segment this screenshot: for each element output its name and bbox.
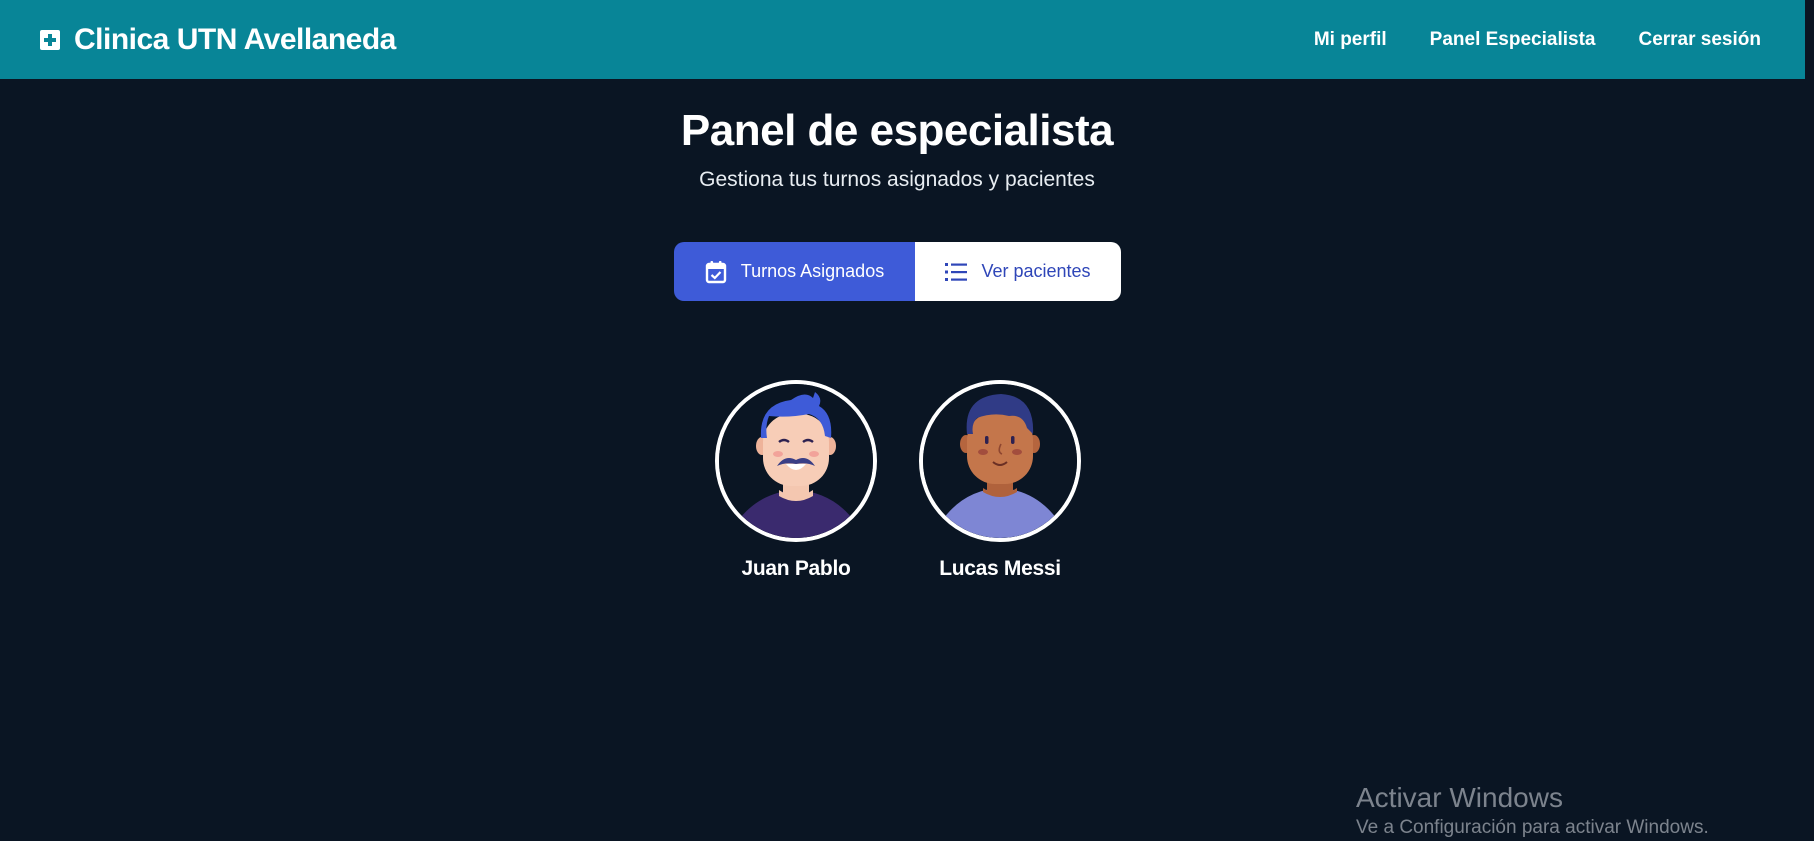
brand[interactable]: Clinica UTN Avellaneda	[40, 23, 396, 57]
nav-links: Mi perfil Panel Especialista Cerrar sesi…	[1314, 29, 1761, 51]
page-subtitle: Gestiona tus turnos asignados y paciente…	[699, 168, 1095, 191]
tab-ver-pacientes[interactable]: Ver pacientes	[915, 242, 1121, 301]
medical-cross-icon	[40, 29, 60, 50]
list-icon	[945, 262, 968, 282]
page: Clinica UTN Avellaneda Mi perfil Panel E…	[0, 0, 1814, 841]
watermark-subtitle: Ve a Configuración para activar Windows.	[1356, 817, 1709, 838]
watermark-title: Activar Windows	[1356, 782, 1563, 813]
patient-name: Lucas Messi	[939, 557, 1061, 580]
page-title: Panel de especialista	[680, 106, 1114, 155]
avatar[interactable]	[919, 380, 1081, 542]
scrollbar[interactable]	[1805, 0, 1814, 841]
tab-label: Ver pacientes	[981, 261, 1091, 281]
nav-link-cerrar-sesion[interactable]: Cerrar sesión	[1638, 29, 1761, 51]
nav-link-panel-especialista[interactable]: Panel Especialista	[1430, 29, 1596, 51]
patient-name: Juan Pablo	[741, 557, 851, 580]
windows-activation-watermark: Activar Windows Ve a Configuración para …	[1356, 782, 1709, 841]
tab-turnos-asignados[interactable]: Turnos Asignados	[674, 242, 915, 301]
navbar: Clinica UTN Avellaneda Mi perfil Panel E…	[0, 0, 1805, 79]
brand-title: Clinica UTN Avellaneda	[74, 22, 396, 56]
tab-label: Turnos Asignados	[740, 261, 885, 281]
patient-card[interactable]: Juan Pablo	[715, 380, 877, 581]
patient-list: Juan Pablo Lucas Messi	[715, 380, 1081, 581]
patient-card[interactable]: Lucas Messi	[919, 380, 1081, 581]
avatar[interactable]	[715, 380, 877, 542]
nav-link-mi-perfil[interactable]: Mi perfil	[1314, 29, 1387, 51]
calendar-check-icon	[705, 260, 727, 284]
tab-bar: Turnos Asignados Ver pacientes	[674, 242, 1121, 301]
